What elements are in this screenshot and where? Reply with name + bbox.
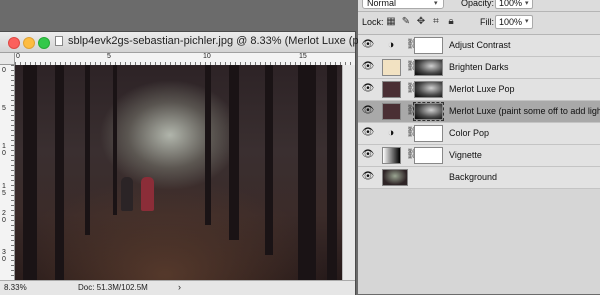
tree-trunk <box>205 65 211 225</box>
layer-row-adjust-contrast[interactable]: 👁︎ ◑ ⛓︎ Adjust Contrast <box>358 35 600 57</box>
ruler-tick-label: 3 0 <box>2 249 6 263</box>
layer-mask-thumbnail[interactable] <box>414 125 443 142</box>
gradient-thumbnail[interactable] <box>382 147 401 164</box>
layer-mask-thumbnail[interactable] <box>413 102 444 121</box>
layer-name: Merlot Luxe Pop <box>449 84 515 94</box>
fill-label: Fill: <box>480 17 494 27</box>
lock-image-pixels-icon[interactable]: ✎ <box>400 16 412 28</box>
chevron-down-icon[interactable]: ▾ <box>525 0 529 7</box>
lock-label: Lock: <box>362 17 384 27</box>
layer-name: Merlot Luxe (paint some off to add light… <box>449 106 600 116</box>
fill-color-thumbnail[interactable] <box>382 103 401 120</box>
opacity-label: Opacity: <box>461 0 495 8</box>
ruler-tick-label: 5 <box>2 105 6 112</box>
layer-mask-thumbnail[interactable] <box>414 59 443 76</box>
visibility-eye-icon[interactable]: 👁︎ <box>361 84 375 94</box>
ruler-tick-label: 10 <box>203 53 211 60</box>
chevron-down-icon[interactable]: ▾ <box>525 17 529 25</box>
layer-name: Adjust Contrast <box>449 40 511 50</box>
tree-trunk <box>298 65 316 280</box>
document-window: sblp4evk2gs-sebastian-pichler.jpg @ 8.33… <box>0 32 368 295</box>
status-menu-arrow[interactable]: › <box>178 282 181 292</box>
layers-panel: Normal ▾ Opacity: 100% ▾ Lock: ▦ ✎ ✥ ⌗ 🔒… <box>358 0 600 294</box>
zoom-button[interactable] <box>38 37 50 49</box>
layer-row-brighten-darks[interactable]: 👁︎ ⛓︎ Brighten Darks <box>358 57 600 79</box>
half-circle-icon: ◑ <box>387 39 395 51</box>
chevron-down-icon: ▾ <box>434 0 438 7</box>
ruler-tick-label: 5 <box>107 53 111 60</box>
tree-trunk <box>23 65 37 280</box>
visibility-eye-icon[interactable]: 👁︎ <box>361 150 375 160</box>
zoom-level[interactable]: 8.33% <box>4 283 27 292</box>
blend-mode-select[interactable]: Normal <box>362 0 444 9</box>
tree-trunk <box>265 65 273 255</box>
vertical-ruler[interactable]: 0 5 1 0 1 5 2 0 3 0 <box>0 65 15 280</box>
visibility-eye-icon[interactable]: 👁︎ <box>361 128 375 138</box>
visibility-eye-icon[interactable]: 👁︎ <box>361 106 375 116</box>
ruler-tick-label: 0 <box>2 67 6 74</box>
layer-name: Color Pop <box>449 128 490 138</box>
blend-opacity-row: Normal ▾ Opacity: 100% ▾ <box>358 0 600 12</box>
document-title: sblp4evk2gs-sebastian-pichler.jpg @ 8.33… <box>68 35 368 47</box>
layer-mask-thumbnail[interactable] <box>414 37 443 54</box>
layer-row-vignette[interactable]: 👁︎ ⛓︎ Vignette <box>358 145 600 167</box>
layer-mask-thumbnail[interactable] <box>414 147 443 164</box>
walker-figure <box>121 177 133 211</box>
layer-mask-thumbnail[interactable] <box>414 81 443 98</box>
minimize-button[interactable] <box>23 37 35 49</box>
lock-fill-row: Lock: ▦ ✎ ✥ ⌗ 🔒︎ Fill: 100% ▾ <box>358 12 600 35</box>
fill-color-thumbnail[interactable] <box>382 81 401 98</box>
layer-row-merlot-luxe[interactable]: 👁︎ ⛓︎ Merlot Luxe (paint some off to add… <box>358 101 600 123</box>
layer-name: Vignette <box>449 150 482 160</box>
status-bar: 8.33% Doc: 51.3M/102.5M › <box>0 280 355 295</box>
half-circle-icon: ◑ <box>387 127 395 139</box>
fill-color-thumbnail[interactable] <box>382 59 401 76</box>
walker-figure <box>141 177 154 211</box>
layer-name: Brighten Darks <box>449 62 509 72</box>
tree-trunk <box>55 65 64 280</box>
tree-trunk <box>327 65 337 280</box>
ruler-tick-label: 1 0 <box>2 143 6 157</box>
lock-artboard-icon[interactable]: ⌗ <box>430 16 442 28</box>
ruler-origin[interactable] <box>0 53 15 65</box>
visibility-eye-icon[interactable]: 👁︎ <box>361 40 375 50</box>
ruler-tick-label: 0 <box>16 53 20 60</box>
layer-row-background[interactable]: 👁︎ Background <box>358 167 600 189</box>
document-icon <box>55 36 63 46</box>
doc-size: Doc: 51.3M/102.5M <box>78 283 148 292</box>
ruler-tick-label: 15 <box>299 53 307 60</box>
tree-trunk <box>113 65 117 215</box>
document-titlebar[interactable]: sblp4evk2gs-sebastian-pichler.jpg @ 8.33… <box>0 32 368 53</box>
fill-value: 100% <box>499 17 523 27</box>
ruler-tick-label: 1 5 <box>2 183 6 197</box>
lock-all-icon[interactable]: 🔒︎ <box>445 16 457 28</box>
lock-position-icon[interactable]: ✥ <box>415 16 427 28</box>
vertical-scrollbar[interactable] <box>342 65 355 280</box>
visibility-eye-icon[interactable]: 👁︎ <box>361 172 375 182</box>
close-button[interactable] <box>8 37 20 49</box>
visibility-eye-icon[interactable]: 👁︎ <box>361 62 375 72</box>
lock-transparent-pixels-icon[interactable]: ▦ <box>385 16 397 28</box>
layer-row-color-pop[interactable]: 👁︎ ◑ ⛓︎ Color Pop <box>358 123 600 145</box>
layer-name: Background <box>449 172 498 182</box>
image-canvas[interactable] <box>15 65 342 280</box>
opacity-value: 100% <box>499 0 523 8</box>
layer-row-merlot-luxe-pop[interactable]: 👁︎ ⛓︎ Merlot Luxe Pop <box>358 79 600 101</box>
image-thumbnail[interactable] <box>382 169 408 186</box>
tree-trunk <box>85 65 90 235</box>
ruler-tick-label: 2 0 <box>2 210 6 224</box>
blend-mode-value: Normal <box>367 0 397 8</box>
tree-trunk <box>229 65 239 240</box>
